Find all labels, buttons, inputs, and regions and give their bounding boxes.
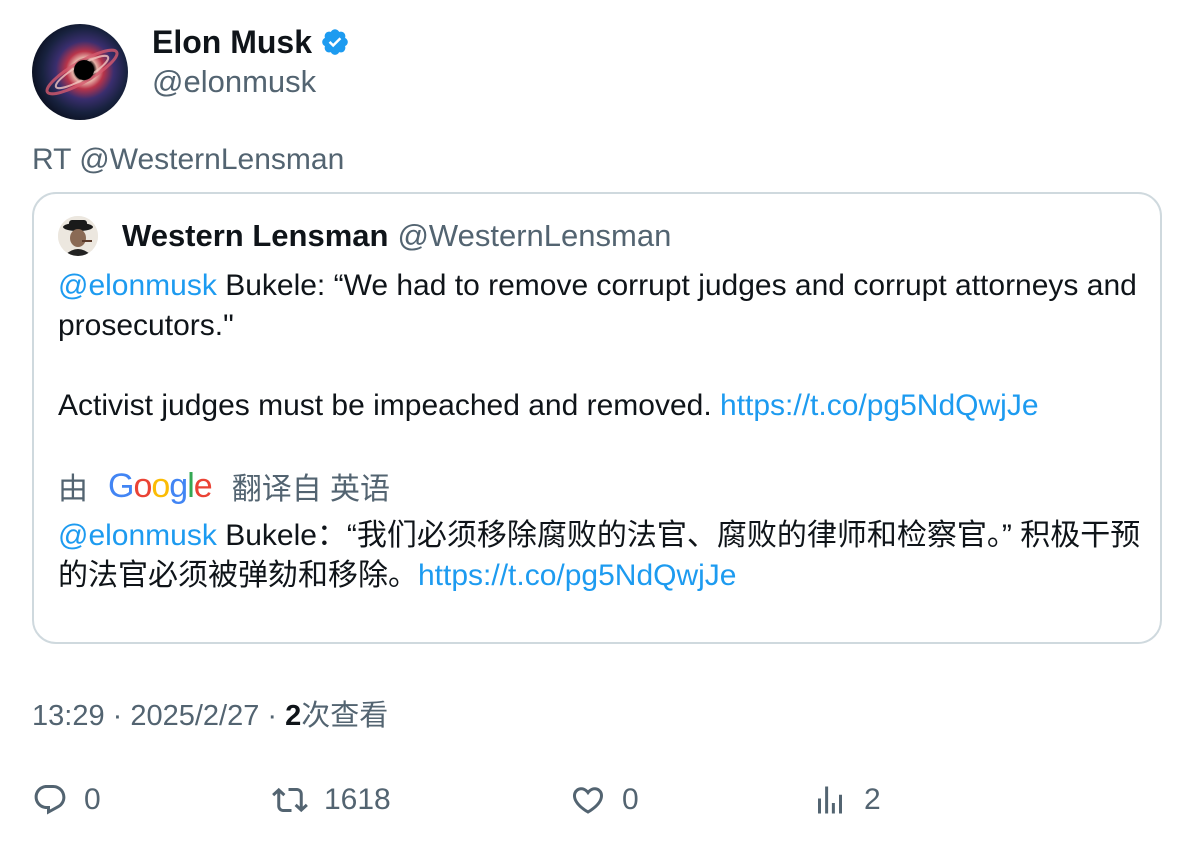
translated-mention-link[interactable]: @elonmusk	[58, 519, 217, 552]
quoted-author-avatar[interactable]	[58, 216, 98, 256]
action-bar: 0 1618 0 2	[32, 778, 1162, 822]
quoted-author-handle[interactable]: @WesternLensman	[397, 218, 671, 254]
author-avatar[interactable]	[32, 24, 128, 120]
tweet-header: Elon Musk @elonmusk	[32, 24, 1032, 120]
reply-count: 0	[84, 783, 101, 816]
views-label: 次查看	[301, 700, 389, 732]
analytics-icon	[818, 786, 842, 814]
views-button[interactable]: 2	[812, 778, 881, 822]
views-action-count: 2	[864, 783, 881, 816]
tweet-link[interactable]: https://t.co/pg5NdQwjJe	[720, 389, 1039, 422]
like-button[interactable]: 0	[570, 778, 639, 822]
retweet-icon	[272, 787, 308, 813]
retweet-attribution: RT @WesternLensman	[32, 143, 345, 176]
quoted-tweet-card[interactable]: Western Lensman @WesternLensman @elonmus…	[32, 192, 1162, 644]
views-count: 2	[285, 700, 302, 732]
retweet-button[interactable]: 1618	[272, 778, 391, 822]
reply-icon	[34, 785, 66, 815]
reply-button[interactable]: 0	[32, 778, 101, 822]
translation-attribution: 由 Google 翻译自 英语	[58, 466, 391, 507]
retweet-count: 1618	[324, 783, 391, 816]
translated-text: @elonmusk Bukele：“我们必须移除腐败的法官、腐败的律师和检察官。…	[58, 516, 1148, 596]
mention-link[interactable]: @elonmusk	[58, 269, 217, 302]
author-handle[interactable]: @elonmusk	[152, 64, 316, 100]
quoted-text-line1: Bukele: “We had to remove corrupt judges…	[58, 269, 1137, 342]
meta-separator: ·	[104, 700, 131, 732]
google-logo: Google	[108, 466, 213, 505]
verified-badge-icon	[320, 27, 350, 57]
tweet-date[interactable]: 2025/2/27	[130, 700, 259, 732]
heart-icon	[572, 787, 604, 814]
author-display-name[interactable]: Elon Musk	[152, 24, 312, 61]
meta-separator: ·	[259, 700, 286, 732]
quoted-text-line2: Activist judges must be impeached and re…	[58, 389, 721, 422]
tweet-meta: 13:29 · 2025/2/27 · 2次查看	[32, 692, 388, 734]
translate-prefix: 由	[58, 473, 88, 506]
tweet-time[interactable]: 13:29	[32, 700, 105, 732]
quoted-author-display-name[interactable]: Western Lensman	[122, 218, 388, 254]
translated-tweet-link[interactable]: https://t.co/pg5NdQwjJe	[418, 559, 737, 592]
translate-suffix: 翻译自 英语	[231, 473, 391, 506]
like-count: 0	[622, 783, 639, 816]
quoted-tweet-text: @elonmusk Bukele: “We had to remove corr…	[58, 266, 1138, 426]
